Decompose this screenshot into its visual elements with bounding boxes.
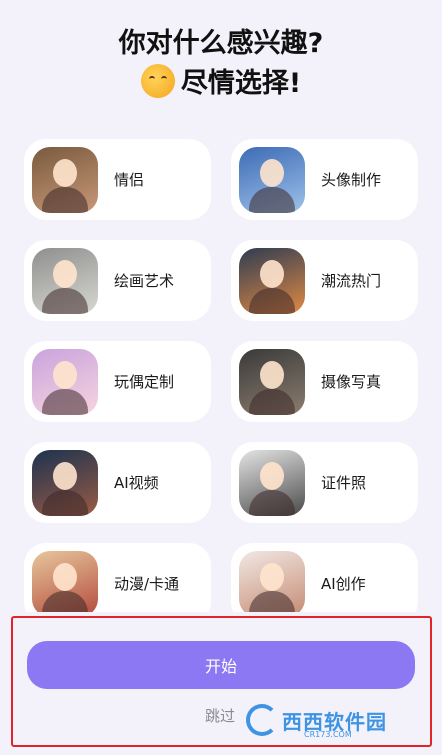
couple-thumbnail [32, 146, 98, 213]
interest-label: 玩偶定制 [114, 373, 175, 391]
interest-card-photoshoot[interactable]: 摄像写真 [231, 341, 418, 422]
interest-card-id-photo[interactable]: 证件照 [231, 442, 418, 523]
page-title: 你对什么感兴趣? 尽情选择! [0, 24, 442, 104]
interest-label: 潮流热门 [321, 272, 382, 290]
title-line-2-text: 尽情选择! [180, 68, 302, 99]
watermark: 西西软件园 CR173.COM [246, 702, 387, 739]
anime-thumbnail [32, 550, 98, 617]
interest-label: 动漫/卡通 [114, 575, 180, 593]
interest-label: 情侣 [114, 171, 145, 189]
interest-label: 绘画艺术 [114, 272, 175, 290]
start-button[interactable]: 开始 [27, 641, 415, 689]
id-photo-thumbnail [239, 449, 305, 516]
interest-grid: 情侣 头像制作 绘画艺术 潮流热门 玩偶定制 摄像写真 AI视频 证件照 动漫/… [24, 139, 418, 624]
interest-label: AI创作 [321, 575, 366, 593]
interest-card-trending[interactable]: 潮流热门 [231, 240, 418, 321]
ai-video-thumbnail [32, 449, 98, 516]
title-line-1: 你对什么感兴趣? [118, 28, 324, 59]
title-line-2: 尽情选择! [0, 64, 442, 104]
interest-label: AI视频 [114, 474, 159, 492]
avatar-thumbnail [239, 146, 305, 213]
watermark-subtext: CR173.COM [304, 730, 352, 739]
interest-label: 证件照 [321, 474, 367, 492]
interest-card-doll[interactable]: 玩偶定制 [24, 341, 211, 422]
interest-card-avatar[interactable]: 头像制作 [231, 139, 418, 220]
ai-creation-thumbnail [239, 550, 305, 617]
interest-card-ai-video[interactable]: AI视频 [24, 442, 211, 523]
interest-label: 头像制作 [321, 171, 382, 189]
smiling-face-with-hearts-icon [140, 64, 175, 98]
interest-card-painting[interactable]: 绘画艺术 [24, 240, 211, 321]
painting-thumbnail [32, 247, 98, 314]
doll-thumbnail [32, 348, 98, 415]
interest-label: 摄像写真 [321, 373, 382, 391]
watermark-logo-icon [246, 704, 278, 736]
trending-thumbnail [239, 247, 305, 314]
photoshoot-thumbnail [239, 348, 305, 415]
interest-card-couple[interactable]: 情侣 [24, 139, 211, 220]
skip-link[interactable]: 跳过 [205, 705, 235, 726]
